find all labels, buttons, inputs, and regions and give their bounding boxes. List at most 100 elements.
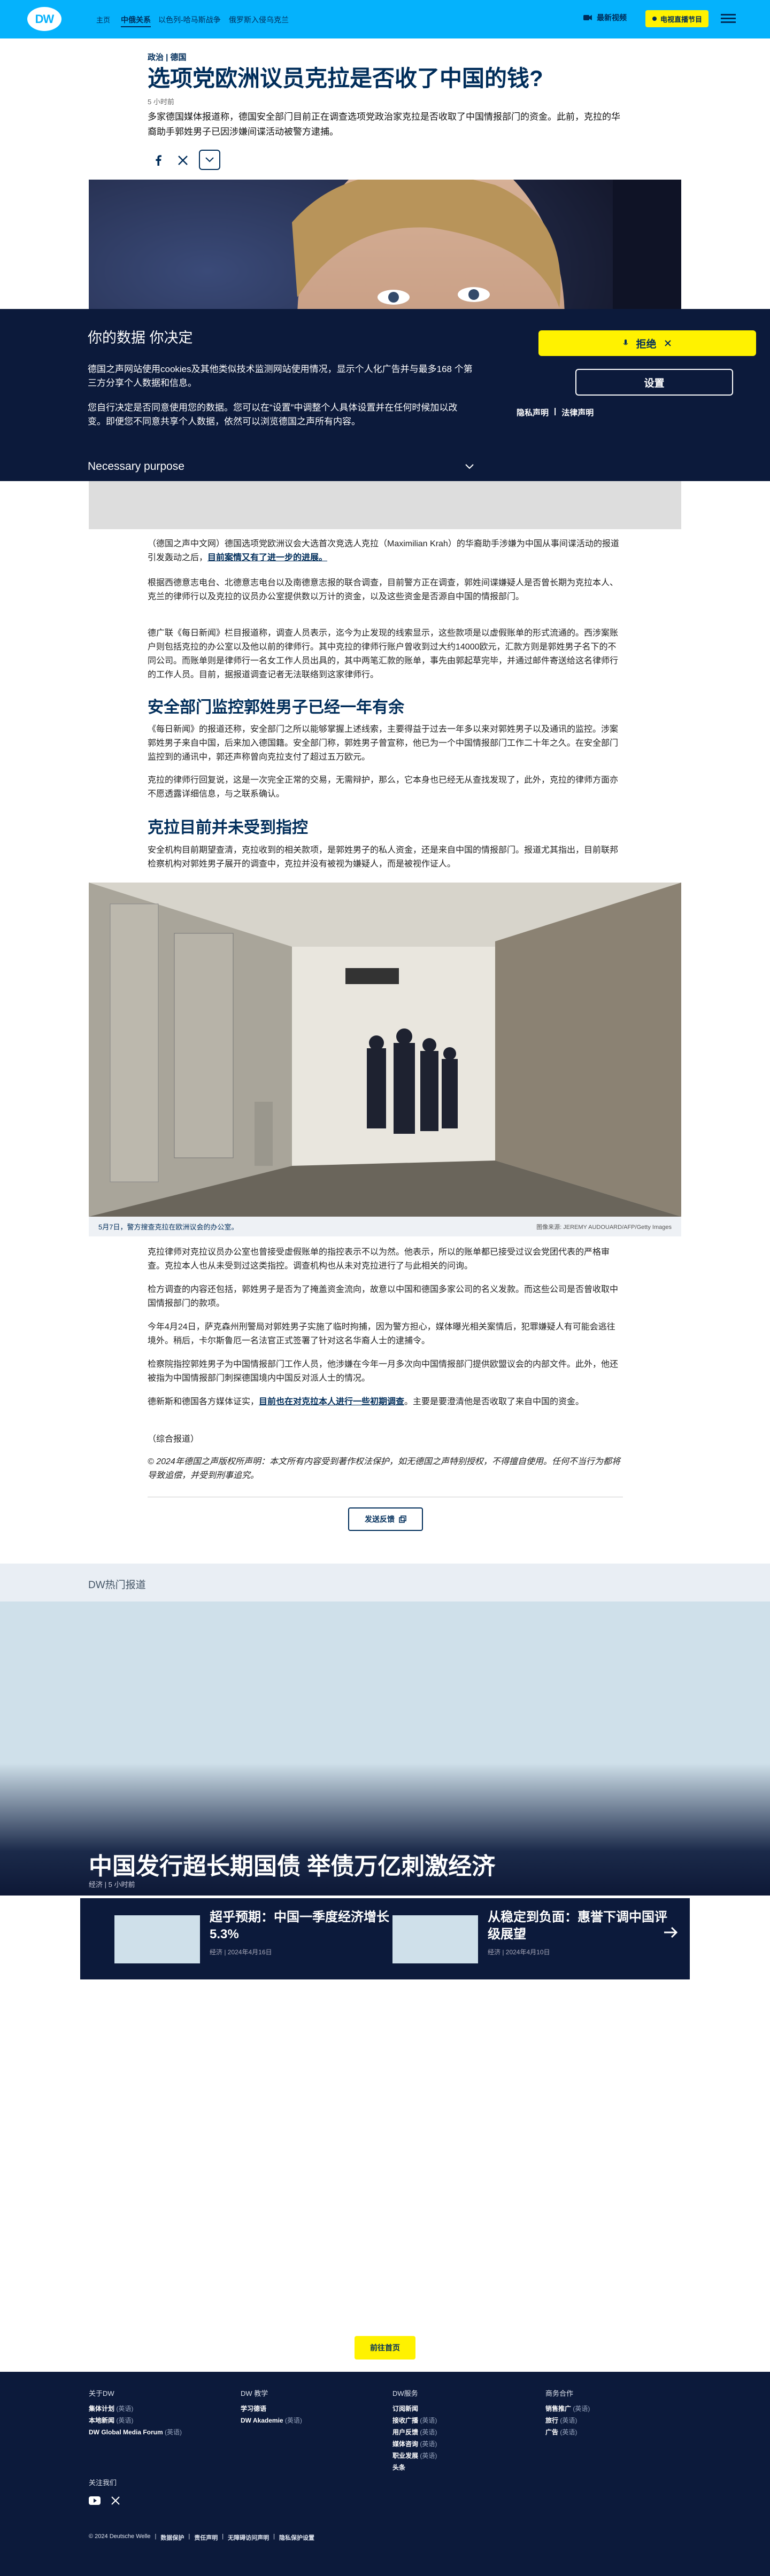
paragraph-10: 检察院指控郭姓男子为中国情报部门工作人员，他涉嫌在今年一月多次向中国情报部门提供… (148, 1360, 619, 1383)
nav-item-israel-hamas[interactable]: 以色列-哈马斯战争 (158, 14, 221, 25)
footer-link[interactable]: 销售推广 (英语) (545, 2403, 590, 2415)
youtube-icon[interactable] (89, 2496, 101, 2505)
feedback-button[interactable]: 发送反馈 (348, 1507, 423, 1531)
article-title: 选项党欧洲议员克拉是否收了中国的钱? (148, 66, 543, 91)
footer-legal-link[interactable]: 无障碍访问声明 (228, 2533, 269, 2542)
office-raid-image (89, 883, 681, 1217)
legal-link[interactable]: 法律声明 (561, 407, 594, 418)
footer-column: DW 教学 学习德语 DW Akademie (英语) (241, 2388, 302, 2426)
close-icon (664, 339, 672, 347)
arrow-right-icon[interactable] (663, 1926, 678, 1939)
settings-button[interactable]: 设置 (575, 369, 733, 396)
site-header: DW 主页 中俄关系 以色列-哈马斯战争 俄罗斯入侵乌克兰 最新视频 电视直播节… (0, 0, 770, 38)
latest-video-label: 最新视频 (597, 13, 627, 22)
teaser-meta: 经济 | 2024年4月10日 (488, 1948, 550, 1956)
footer-link[interactable]: DW Akademie (英语) (241, 2415, 302, 2426)
copyright-text: © 2024 Deutsche Welle (89, 2533, 151, 2540)
dw-logo[interactable]: DW (27, 7, 61, 31)
paragraph-12: （综合报道） (148, 1435, 199, 1444)
copy-icon (399, 1515, 406, 1523)
article-kicker: 政治 | 德国 (148, 53, 187, 62)
teaser-card[interactable]: 超乎预期：中国一季度经济增长5.3% 经济 | 2024年4月16日 (114, 1909, 394, 1968)
section-heading-1: 安全部门监控郭姓男子已经一年有余 (148, 699, 404, 716)
footer-link[interactable]: 本地新闻 (英语) (89, 2415, 182, 2426)
footer-column-heading: DW服务 (392, 2389, 418, 2397)
cookie-consent-banner: 你的数据 你决定 德国之声网站使用cookies及其他类似技术监测网站使用情况，… (0, 309, 770, 481)
footer-link[interactable]: 订阅新闻 (392, 2403, 437, 2415)
latest-video-link[interactable]: 最新视频 (583, 12, 627, 23)
footer-column-heading: 关于DW (89, 2389, 114, 2397)
nav-home[interactable]: 主页 (96, 14, 110, 25)
purpose-label: Necessary purpose (88, 460, 184, 473)
footer-legal-link[interactable]: 数据保护 (160, 2533, 184, 2542)
footer-link[interactable]: DW Global Media Forum (英语) (89, 2426, 182, 2438)
footer-link[interactable]: 集体计划 (英语) (89, 2403, 182, 2415)
necessary-purpose-toggle[interactable]: Necessary purpose (88, 460, 474, 473)
article-link-1[interactable]: 目前案情又有了进一步的进展。 (207, 553, 327, 562)
paragraph-2: 根据西德意志电台、北德意志电台以及南德意志报的联合调查，目前警方正在调查，郭姓间… (148, 578, 619, 601)
footer-link[interactable]: 接收广播 (英语) (392, 2415, 437, 2426)
hot-reports-section: DW热门报道 中国发行超长期国债 举债万亿刺激经济 经济 | 5 小时前 超乎预… (0, 1564, 770, 2372)
chevron-down-icon (465, 464, 474, 469)
footer-legal-row: © 2024 Deutsche Welle | 数据保护 | 责任声明 | 无障碍访问… (89, 2533, 314, 2542)
footer-link[interactable]: 头条 (392, 2462, 437, 2473)
x-twitter-icon[interactable] (172, 150, 194, 171)
reject-label: 拒绝 (636, 338, 657, 350)
article-link-2[interactable]: 目前也在对克拉本人进行一些初期调查 (259, 1397, 404, 1406)
teaser-thumbnail (114, 1915, 200, 1963)
nav-item-china-russia[interactable]: 中俄关系 (121, 14, 151, 27)
paragraph-3: 德广联《每日新闻》栏目报道称，调查人员表示，迄今为止发现的线索显示，这些款项是以… (148, 629, 619, 679)
teaser-title: 从稳定到负面：惠誉下调中国评级展望 (488, 1910, 667, 1941)
hot-feature-title[interactable]: 中国发行超长期国债 举债万亿刺激经济 (89, 1847, 495, 1881)
cookie-text-1: 德国之声网站使用cookies及其他类似技术监测网站使用情况，显示个人化广告并与… (88, 364, 473, 388)
hot-section-header: DW热门报道 (0, 1564, 770, 1602)
paragraph-7: 克拉律师对克拉议员办公室也曾接受虚假账单的指控表示不以为然。他表示，所以的账单都… (148, 1248, 610, 1271)
follow-us-label: 关注我们 (89, 2479, 117, 2487)
paragraph-6: 安全机构目前期望查清，克拉收到的相关款项，是郭姓男子的私人资金，还是来自中国的情… (148, 846, 619, 869)
cookie-text-2: 您自行决定是否同意使用您的数据。您可以在“设置”中调整个人具体设置并在任何时候加… (88, 403, 458, 427)
footer-link[interactable]: 学习德语 (241, 2403, 302, 2415)
privacy-link[interactable]: 隐私声明 (517, 407, 549, 418)
footer-link[interactable]: 媒体咨询 (英语) (392, 2438, 437, 2450)
image-caption: 5月7日，警方搜查克拉在欧洲议会的办公室。 (98, 1223, 238, 1231)
article-time: 5 小时前 (148, 98, 174, 106)
footer-column-heading: 商务合作 (545, 2389, 574, 2397)
footer-legal-link[interactable]: 隐私保护设置 (279, 2533, 314, 2542)
hot-feature-meta: 经济 | 5 小时前 (89, 1881, 135, 1889)
teaser-meta: 经济 | 2024年4月16日 (210, 1948, 272, 1956)
teaser-card[interactable]: 从稳定到负面：惠誉下调中国评级展望 经济 | 2024年4月10日 (392, 1909, 672, 1968)
footer-legal-link[interactable]: 责任声明 (194, 2533, 218, 2542)
copyright-notice: © 2024年德国之声版权所声明：本文所有内容受到著作权法保护，如无德国之声特别… (148, 1457, 620, 1480)
article-lead: 多家德国媒体报道称，德国安全部门目前正在调查选项党政治家克拉是否收取了中国情报部… (148, 112, 620, 137)
nav-item-ukraine[interactable]: 俄罗斯入侵乌克兰 (229, 14, 289, 25)
cookie-title: 你的数据 你决定 (88, 330, 193, 346)
live-dot-icon (652, 16, 657, 21)
reject-button[interactable]: 拒绝 (538, 330, 756, 356)
site-footer: 关于DW 集体计划 (英语) 本地新闻 (英语) DW Global Media… (0, 2372, 770, 2576)
video-camera-icon (583, 14, 592, 21)
paragraph-9: 今年4月24日，萨克森州刑警局对郭姓男子实施了临时拘捕，因为警方担心，媒体曝光相… (148, 1322, 615, 1345)
section-heading-2: 克拉目前并未受到指控 (148, 819, 308, 837)
mic-icon (623, 339, 628, 347)
tv-live-button[interactable]: 电视直播节目 (645, 10, 709, 27)
hot-section-label: DW热门报道 (88, 1580, 146, 1591)
x-twitter-icon[interactable] (111, 2496, 120, 2505)
feedback-label: 发送反馈 (365, 1515, 395, 1523)
footer-link[interactable]: 旅行 (英语) (545, 2415, 590, 2426)
teaser-carousel: 超乎预期：中国一季度经济增长5.3% 经济 | 2024年4月16日 从稳定到负… (80, 1898, 690, 1979)
link-separator: | (554, 407, 557, 416)
paragraph-1: （德国之声中文网）德国选项党欧洲议会大选首次竞选人克拉（Maximilian K… (148, 539, 619, 562)
footer-link[interactable]: 广告 (英语) (545, 2426, 590, 2438)
footer-link[interactable]: 职业发展 (英语) (392, 2450, 437, 2462)
share-more-button[interactable] (199, 150, 220, 170)
menu-icon[interactable] (721, 12, 736, 26)
footer-link[interactable]: 用户反馈 (英语) (392, 2426, 437, 2438)
image-credit: 图像来源: JEREMY AUDOUARD/AFP/Getty Images (536, 1224, 672, 1231)
footer-column: 商务合作 销售推广 (英语) 旅行 (英语) 广告 (英语) (545, 2388, 590, 2438)
paragraph-8: 检方调查的内容还包括，郭姓男子是否为了掩盖资金流向，故意以中国和德国多家公司的名… (148, 1285, 619, 1308)
facebook-icon[interactable] (148, 150, 169, 171)
home-button[interactable]: 前往首页 (355, 2336, 415, 2360)
footer-column: DW服务 订阅新闻 接收广播 (英语) 用户反馈 (英语) 媒体咨询 (英语) … (392, 2388, 437, 2473)
hero-image-lower (89, 476, 681, 529)
image-caption-bar: 5月7日，警方搜查克拉在欧洲议会的办公室。 图像来源: JEREMY AUDOU… (89, 1217, 681, 1236)
